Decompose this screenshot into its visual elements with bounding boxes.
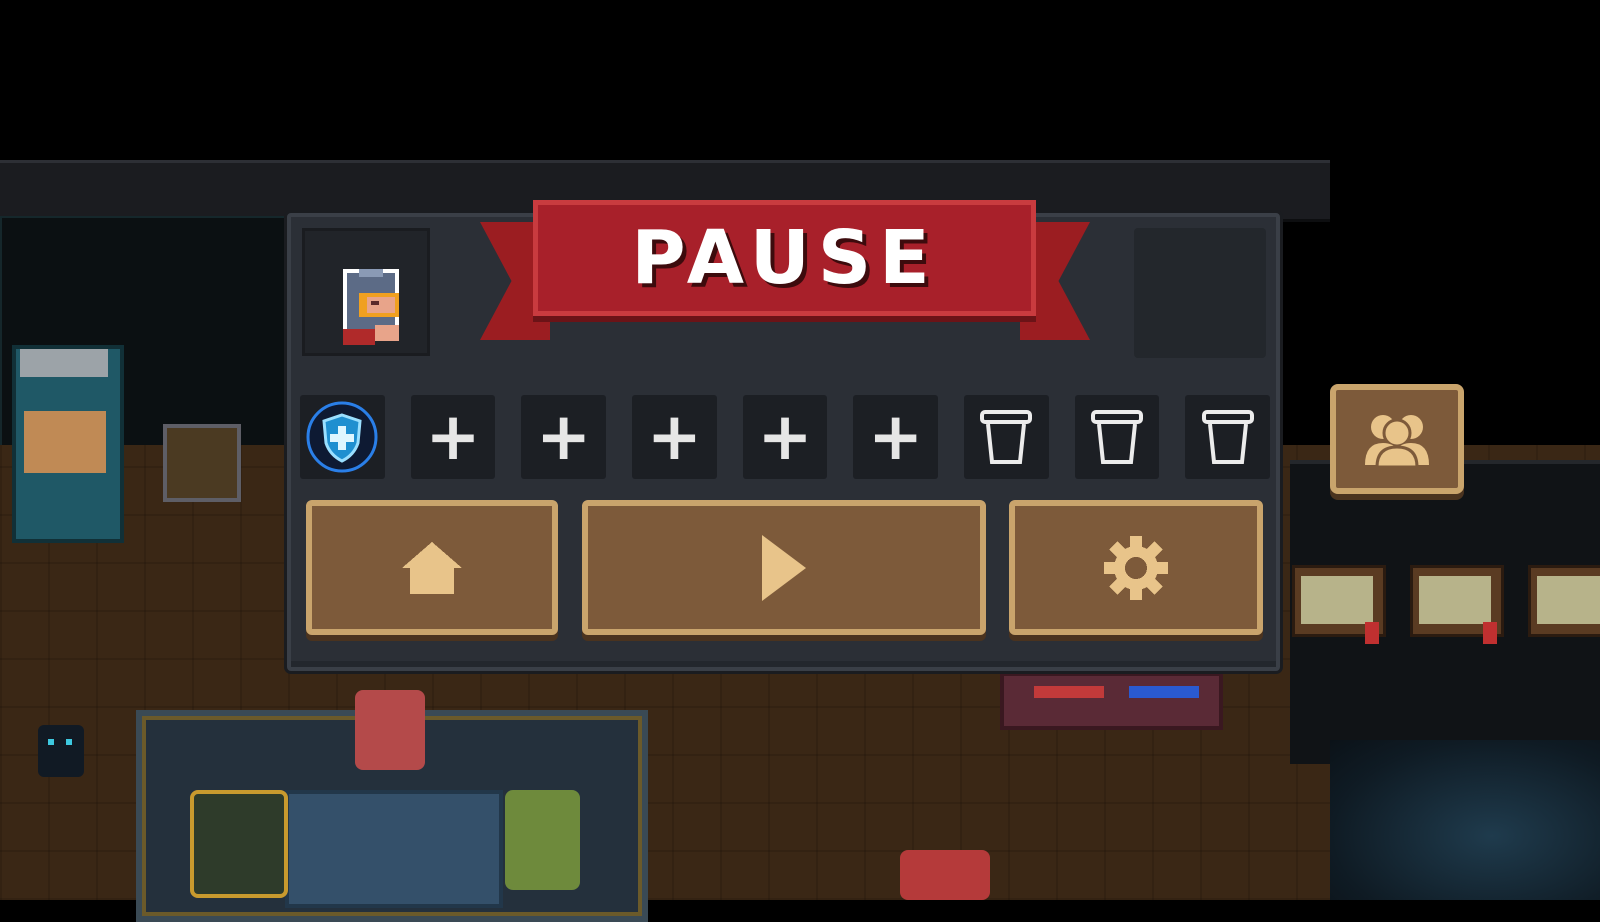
machine-glass bbox=[24, 411, 106, 473]
npc-knight bbox=[190, 790, 288, 898]
empty-cup-slot-3 bbox=[1185, 395, 1271, 479]
npc-girl bbox=[355, 690, 425, 770]
shield-cross-icon bbox=[306, 401, 378, 473]
gear-icon bbox=[1104, 535, 1168, 600]
shelf bbox=[1000, 672, 1223, 730]
empty-cup-slot-1 bbox=[964, 395, 1049, 479]
npc-elf bbox=[505, 790, 580, 890]
empty-cup-slot-2 bbox=[1074, 395, 1160, 479]
plus-icon: + bbox=[536, 398, 592, 475]
pause-banner: PAUSE bbox=[533, 200, 1036, 316]
notice-board bbox=[1410, 565, 1504, 644]
add-slot-5[interactable]: + bbox=[853, 395, 939, 479]
plus-icon: + bbox=[646, 398, 702, 475]
cup-icon bbox=[1091, 410, 1144, 464]
buff-slots: + + + + + bbox=[300, 395, 1271, 479]
empty-portrait-slot bbox=[1134, 228, 1266, 358]
add-slot-4[interactable]: + bbox=[742, 395, 828, 479]
cat bbox=[38, 725, 84, 777]
party-button[interactable] bbox=[1330, 384, 1464, 494]
add-slot-3[interactable]: + bbox=[632, 395, 717, 479]
cup-icon bbox=[980, 410, 1033, 464]
character-portrait bbox=[302, 228, 430, 356]
npc-red-hair bbox=[900, 850, 990, 900]
resume-button[interactable] bbox=[582, 500, 986, 635]
add-slot-1[interactable]: + bbox=[410, 395, 496, 479]
home-button[interactable] bbox=[306, 500, 558, 635]
plus-icon: + bbox=[425, 398, 481, 475]
portal-glow bbox=[1330, 740, 1600, 900]
cup-icon bbox=[1201, 410, 1254, 464]
play-icon bbox=[762, 534, 806, 601]
gacha-machine bbox=[12, 345, 124, 543]
party-icon bbox=[1365, 415, 1429, 469]
settings-button[interactable] bbox=[1009, 500, 1263, 635]
notice-board bbox=[1292, 565, 1386, 644]
alchemy-table bbox=[285, 790, 503, 908]
notice-board bbox=[1528, 565, 1600, 637]
home-icon bbox=[402, 541, 462, 594]
pause-title: PAUSE bbox=[631, 215, 938, 301]
plus-icon: + bbox=[868, 398, 924, 475]
plus-icon: + bbox=[757, 398, 813, 475]
chest bbox=[163, 424, 241, 502]
add-slot-2[interactable]: + bbox=[521, 395, 607, 479]
buff-slot[interactable] bbox=[300, 395, 385, 479]
knight-helmet-icon bbox=[343, 269, 399, 345]
machine-lid bbox=[20, 349, 108, 377]
